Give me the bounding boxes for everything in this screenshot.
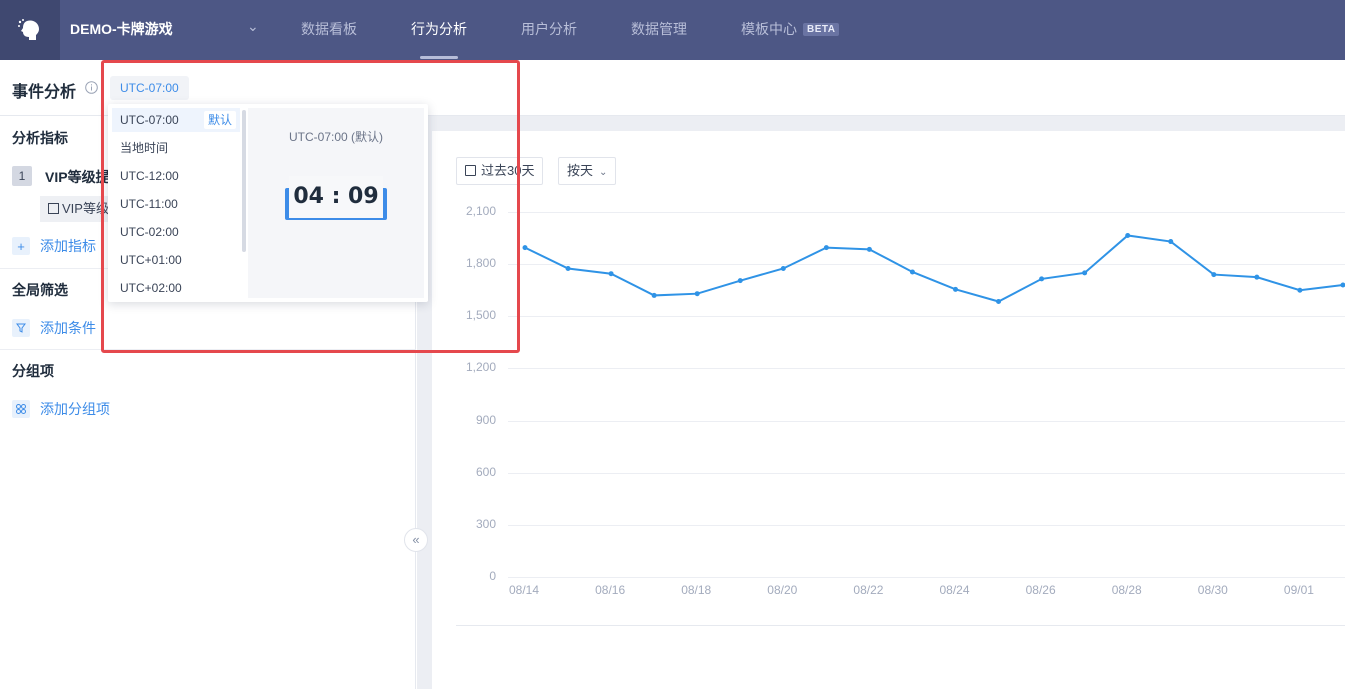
- project-name[interactable]: DEMO-卡牌游戏: [70, 19, 173, 39]
- chart-gridline: [508, 524, 1345, 526]
- granularity-label: 按天: [567, 163, 594, 178]
- x-tick-label: 08/14: [509, 583, 540, 597]
- chart-gridline: [508, 368, 1345, 370]
- highlight-annotation: [101, 60, 520, 353]
- add-group-label: 添加分组项: [40, 401, 110, 417]
- top-navbar: DEMO-卡牌游戏 ⌄ 数据看板 行为分析 用户分析 数据管理 模板中心 BETA: [0, 0, 1345, 60]
- y-tick-label: 1,200: [465, 360, 496, 375]
- add-condition-button[interactable]: 添加条件: [12, 318, 96, 338]
- filter-icon: [12, 319, 30, 337]
- x-tick-label: 08/30: [1197, 583, 1228, 597]
- app-logo[interactable]: [0, 0, 60, 60]
- x-tick-label: 08/16: [595, 583, 626, 597]
- y-tick-label: 300: [475, 516, 496, 531]
- add-condition-label: 添加条件: [40, 320, 96, 336]
- chart-panel: 过去30天 按天 ⌄: [432, 131, 1345, 689]
- info-icon[interactable]: [85, 81, 98, 94]
- x-tick-label: 08/24: [939, 583, 970, 597]
- metric-name[interactable]: VIP等级提: [45, 167, 110, 187]
- y-tick-label: 0: [489, 569, 496, 583]
- tab-template-center[interactable]: 模板中心 BETA: [741, 19, 840, 39]
- add-group-button[interactable]: 添加分组项: [12, 399, 110, 419]
- plus-icon: +: [12, 237, 30, 255]
- chart-gridline: [508, 212, 1345, 213]
- granularity-select[interactable]: 按天 ⌄: [558, 157, 617, 185]
- tab-behavior-analysis[interactable]: 行为分析: [411, 19, 467, 39]
- chart-gridline: [508, 472, 1345, 474]
- event-icon: [48, 203, 59, 214]
- x-tick-label: 08/28: [1111, 583, 1142, 597]
- tab-data-management[interactable]: 数据管理: [631, 19, 687, 39]
- collapse-panel-button[interactable]: «: [404, 528, 428, 552]
- active-tab-indicator: [420, 56, 458, 59]
- add-metric-button[interactable]: + 添加指标: [12, 236, 96, 256]
- group-icon: [12, 400, 30, 418]
- y-tick-label: 900: [475, 412, 496, 427]
- metric-index-badge: 1: [12, 166, 32, 186]
- chart-gridline: [508, 316, 1345, 318]
- filter-section-title: 全局筛选: [12, 282, 68, 298]
- x-tick-label: 08/18: [681, 583, 712, 597]
- group-section-title: 分组项: [12, 363, 54, 379]
- brain-logo-icon: [18, 19, 39, 40]
- add-metric-label: 添加指标: [40, 238, 96, 254]
- metric-event-chip[interactable]: VIP等级: [40, 196, 110, 222]
- tab-user-analysis[interactable]: 用户分析: [521, 19, 577, 39]
- y-tick-label: 600: [475, 464, 496, 479]
- chart-gridline: [508, 577, 1345, 578]
- beta-badge: BETA: [803, 23, 840, 36]
- chevron-down-icon[interactable]: ⌄: [247, 18, 259, 35]
- x-tick-label: 09/01: [1283, 583, 1314, 597]
- chart-bottom-divider: [456, 625, 1345, 626]
- x-tick-label: 08/26: [1025, 583, 1056, 597]
- x-tick-label: 08/22: [853, 583, 884, 597]
- metrics-section-title: 分析指标: [12, 130, 68, 146]
- content-gap: [417, 116, 1345, 131]
- chart-gridline: [508, 420, 1345, 422]
- tab-template-center-label: 模板中心: [741, 21, 797, 37]
- chevron-down-icon: ⌄: [599, 167, 608, 178]
- tab-dashboard[interactable]: 数据看板: [301, 19, 357, 39]
- x-tick-label: 08/20: [767, 583, 798, 597]
- chart-gridline: [508, 264, 1345, 266]
- page-title: 事件分析: [12, 84, 77, 101]
